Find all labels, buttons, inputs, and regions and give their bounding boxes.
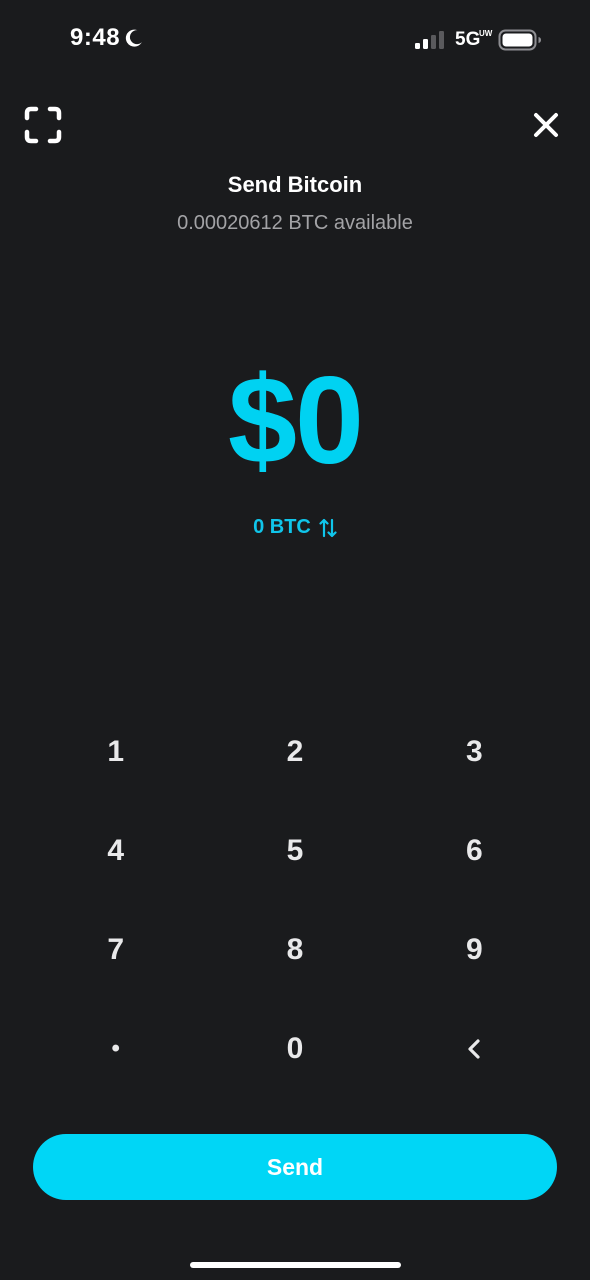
status-bar: 9:48 5G UW — [0, 0, 590, 80]
key-2[interactable]: 2 — [205, 702, 384, 801]
key-9[interactable]: 9 — [385, 900, 564, 999]
key-3[interactable]: 3 — [385, 702, 564, 801]
send-button[interactable]: Send — [33, 1134, 557, 1200]
swap-arrows-icon — [319, 518, 337, 537]
available-balance: 0.00020612 BTC available — [177, 212, 413, 234]
battery-icon — [498, 29, 541, 51]
key-4[interactable]: 4 — [26, 801, 205, 900]
amount-display: $0 — [228, 352, 364, 490]
close-button[interactable] — [530, 109, 562, 141]
currency-toggle[interactable]: 0 BTC — [0, 516, 590, 539]
network-sup-label: UW — [479, 29, 493, 38]
key-1[interactable]: 1 — [26, 702, 205, 801]
scan-icon — [24, 106, 62, 144]
close-icon — [534, 113, 558, 137]
chevron-left-icon — [468, 1038, 480, 1059]
scan-button[interactable] — [24, 106, 62, 144]
crypto-amount-label: 0 BTC — [253, 516, 311, 538]
status-time-label: 9:48 — [70, 24, 121, 51]
key-6[interactable]: 6 — [385, 801, 564, 900]
key-8[interactable]: 8 — [205, 900, 384, 999]
key-7[interactable]: 7 — [26, 900, 205, 999]
status-time: 9:48 — [70, 24, 144, 52]
home-indicator — [190, 1262, 401, 1268]
key-decimal[interactable]: • — [26, 999, 205, 1098]
send-bitcoin-screen: 9:48 5G UW Send Bitcoin 0.00020612 BTC a… — [0, 0, 590, 1280]
key-5[interactable]: 5 — [205, 801, 384, 900]
key-0[interactable]: 0 — [205, 999, 384, 1098]
network-label: 5G — [455, 29, 481, 50]
signal-icon — [415, 31, 444, 49]
key-backspace[interactable] — [385, 999, 564, 1098]
moon-icon — [125, 29, 142, 47]
numeric-keypad: 1 2 3 4 5 6 7 8 9 • 0 — [26, 702, 564, 1098]
page-title: Send Bitcoin — [227, 172, 363, 197]
